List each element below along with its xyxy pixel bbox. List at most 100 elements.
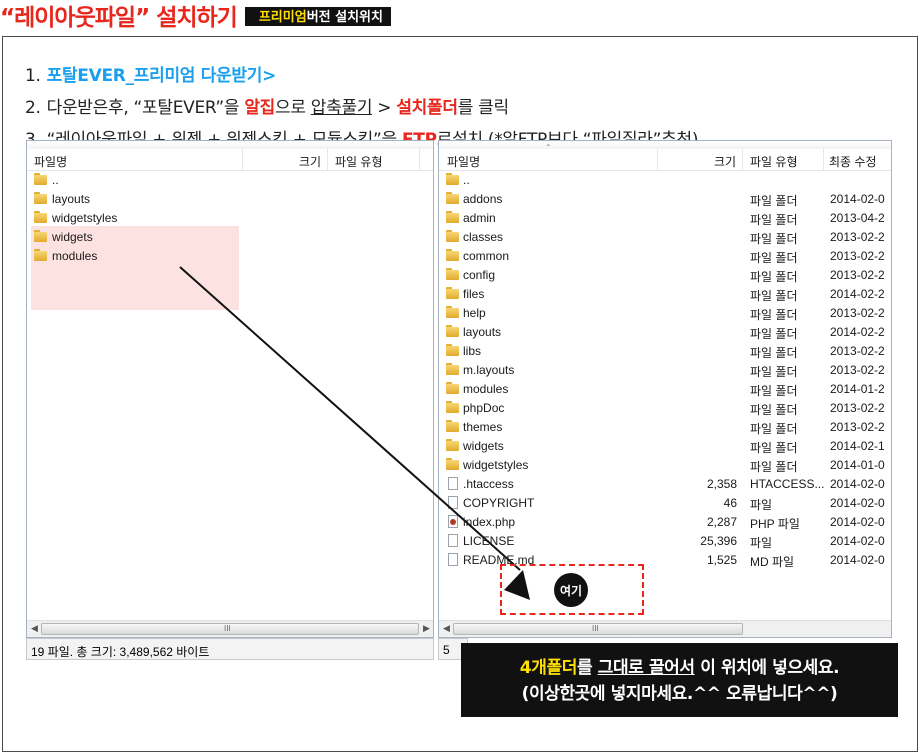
scroll-thumb[interactable]: III: [41, 623, 419, 635]
folder-icon: [446, 268, 459, 280]
remote-file-row[interactable]: admin 파일 폴더 2013-04-2: [439, 209, 891, 228]
file-type: 파일 폴더: [750, 232, 798, 246]
file-name: widgetstyles: [463, 458, 529, 472]
file-type: 파일 폴더: [750, 460, 798, 474]
file-name: ..: [463, 173, 470, 187]
file-date: 2014-02-0: [830, 515, 885, 529]
file-name: help: [463, 306, 486, 320]
remote-file-row[interactable]: help 파일 폴더 2013-02-2: [439, 304, 891, 323]
step-2-unzip: 압축풀기: [310, 98, 373, 118]
file-date: 2014-02-1: [830, 439, 885, 453]
remote-file-row[interactable]: classes 파일 폴더 2013-02-2: [439, 228, 891, 247]
remote-file-row[interactable]: common 파일 폴더 2013-02-2: [439, 247, 891, 266]
file-name: admin: [463, 211, 496, 225]
file-size: 25,396: [700, 534, 737, 548]
version-badge-text: 버전 설치위치: [306, 10, 383, 25]
scroll-grip: III: [592, 624, 599, 633]
php-file-icon: [448, 515, 458, 528]
file-date: 2014-02-0: [830, 496, 885, 510]
local-file-row[interactable]: widgets: [27, 228, 433, 247]
file-name: files: [463, 287, 485, 301]
local-file-row[interactable]: ..: [27, 171, 433, 190]
remote-file-row[interactable]: addons 파일 폴더 2014-02-0: [439, 190, 891, 209]
file-name: index.php: [463, 515, 516, 529]
scroll-thumb[interactable]: III: [453, 623, 743, 635]
remote-hscrollbar[interactable]: ◀ III: [439, 620, 891, 637]
remote-file-row[interactable]: widgetstyles 파일 폴더 2014-01-0: [439, 456, 891, 475]
remote-file-row[interactable]: m.layouts 파일 폴더 2013-02-2: [439, 361, 891, 380]
remote-file-row[interactable]: config 파일 폴더 2013-02-2: [439, 266, 891, 285]
col-modified[interactable]: 최종 수정: [829, 153, 877, 170]
file-name: widgetstyles: [52, 211, 118, 225]
file-date: 2014-02-0: [830, 553, 885, 567]
local-file-pane: 파일명 크기 파일 유형 .. layouts widgetstyles widget…: [26, 140, 434, 638]
remote-file-row[interactable]: libs 파일 폴더 2013-02-2: [439, 342, 891, 361]
local-file-row[interactable]: layouts: [27, 190, 433, 209]
remote-file-row[interactable]: files 파일 폴더 2014-02-2: [439, 285, 891, 304]
step-2-number: 2.: [25, 98, 41, 118]
file-icon: [448, 534, 458, 547]
col-filetype[interactable]: 파일 유형: [335, 153, 383, 170]
col-filename[interactable]: 파일명: [34, 153, 67, 170]
file-icon: [448, 477, 458, 490]
file-type: 파일 폴더: [750, 251, 798, 265]
remote-file-row[interactable]: layouts 파일 폴더 2014-02-2: [439, 323, 891, 342]
file-type: HTACCESS...: [750, 477, 825, 491]
folder-icon: [446, 363, 459, 375]
folder-icon: [34, 230, 47, 242]
file-name: addons: [463, 192, 503, 206]
folder-icon: [34, 192, 47, 204]
file-type: 파일 폴더: [750, 441, 798, 455]
file-date: 2013-02-2: [830, 249, 885, 263]
file-name: m.layouts: [463, 363, 515, 377]
step-2-text-e: >: [372, 98, 397, 118]
notice-text-d: 이 위치에 넣으세요.: [694, 658, 840, 678]
download-link[interactable]: 포탈EVER_프리미엄 다운받기>: [47, 66, 277, 86]
remote-file-row[interactable]: .htaccess 2,358 HTACCESS... 2014-02-0: [439, 475, 891, 494]
local-column-header: 파일명 크기 파일 유형: [27, 149, 433, 171]
file-size: 2,358: [706, 477, 737, 491]
remote-file-row[interactable]: COPYRIGHT 46 파일 2014-02-0: [439, 494, 891, 513]
local-file-row[interactable]: widgetstyles: [27, 209, 433, 228]
remote-file-row[interactable]: themes 파일 폴더 2013-02-2: [439, 418, 891, 437]
file-date: 2013-02-2: [830, 401, 885, 415]
file-name: COPYRIGHT: [463, 496, 535, 510]
col-size[interactable]: 크기: [714, 153, 736, 170]
local-hscrollbar[interactable]: ◀ III ▶: [27, 620, 433, 637]
scroll-right-icon[interactable]: ▶: [423, 623, 430, 634]
local-file-row[interactable]: modules: [27, 247, 433, 266]
scroll-left-icon[interactable]: ◀: [443, 623, 450, 634]
folder-icon: [446, 287, 459, 299]
file-type: 파일 폴더: [750, 289, 798, 303]
remote-file-row[interactable]: index.php 2,287 PHP 파일 2014-02-0: [439, 513, 891, 532]
step-2-text-c: 으로: [275, 98, 311, 118]
step-2-text-a: 다운받은후, “포탈EVER”을: [46, 98, 245, 118]
file-name: themes: [463, 420, 503, 434]
remote-file-row[interactable]: phpDoc 파일 폴더 2013-02-2: [439, 399, 891, 418]
folder-icon: [34, 211, 47, 223]
folder-icon: [34, 249, 47, 261]
step-2-alzip: 알집: [244, 98, 275, 118]
pane-top-band: [27, 141, 433, 149]
file-date: 2013-02-2: [830, 230, 885, 244]
notice-drag-as-is: 그대로 끌어서: [597, 658, 695, 678]
remote-file-row[interactable]: ..: [439, 171, 891, 190]
page-title-row: “레이아웃파일” 설치하기 프리미엄 버전 설치위치: [0, 0, 391, 31]
file-date: 2014-02-0: [830, 534, 885, 548]
file-name: modules: [463, 382, 509, 396]
notice-four-folders: 4개폴더: [519, 658, 578, 678]
col-filename[interactable]: 파일명: [447, 153, 480, 170]
col-size[interactable]: 크기: [299, 153, 321, 170]
remote-file-row[interactable]: modules 파일 폴더 2014-01-2: [439, 380, 891, 399]
notice-line-1: 4개폴더를 그대로 끌어서 이 위치에 넣으세요.: [461, 655, 898, 681]
version-badge: 프리미엄 버전 설치위치: [244, 6, 391, 26]
remote-column-header: 파일명 ⌃ 크기 파일 유형 최종 수정: [439, 143, 891, 171]
remote-file-row[interactable]: widgets 파일 폴더 2014-02-1: [439, 437, 891, 456]
file-name: widgets: [52, 230, 93, 244]
scroll-left-icon[interactable]: ◀: [31, 623, 38, 634]
folder-icon: [446, 439, 459, 451]
col-filetype[interactable]: 파일 유형: [750, 153, 798, 170]
file-date: 2013-04-2: [830, 211, 885, 225]
file-type: 파일 폴더: [750, 384, 798, 398]
remote-file-row[interactable]: LICENSE 25,396 파일 2014-02-0: [439, 532, 891, 551]
